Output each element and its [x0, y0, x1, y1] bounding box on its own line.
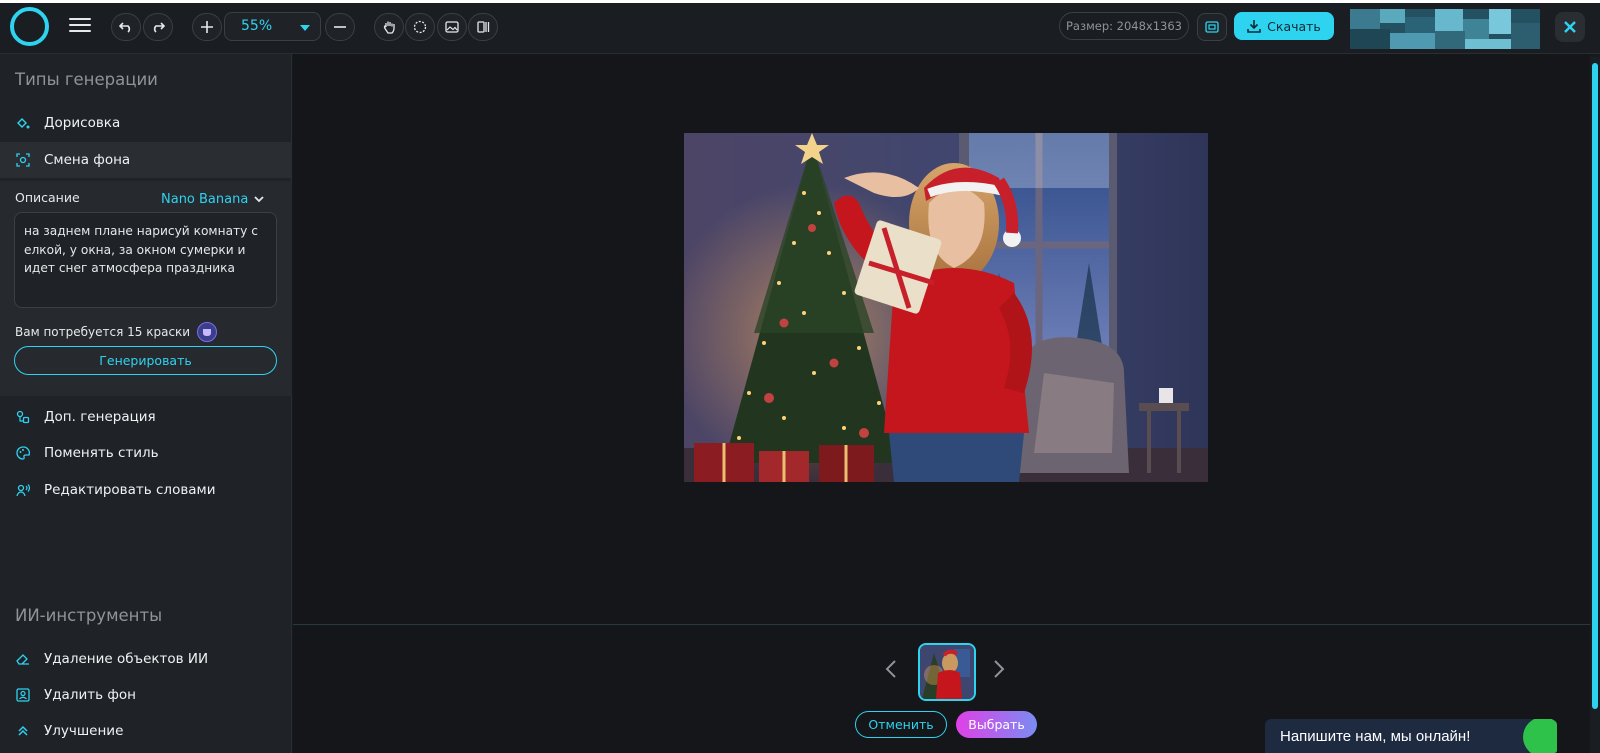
select-area-button[interactable] [405, 13, 435, 41]
sidebar-item-label: Поменять стиль [44, 445, 159, 461]
canvas-divider [293, 624, 1590, 625]
undo-icon [119, 22, 131, 33]
eraser-icon [16, 652, 30, 666]
chat-widget[interactable]: Напишите нам, мы онлайн! [1265, 719, 1557, 753]
result-thumbnail[interactable] [918, 643, 976, 701]
app-window: 55% Размер: 2048x1363 Скачать Типы генер… [0, 3, 1600, 753]
enhance-icon [16, 724, 30, 738]
model-selector[interactable]: Nano Banana [161, 192, 264, 207]
close-icon [1564, 21, 1576, 33]
preview-icon [1205, 21, 1219, 33]
palette-icon [16, 446, 30, 460]
scrollbar-thumb[interactable] [1592, 63, 1598, 709]
zoom-in-button[interactable] [192, 13, 222, 41]
generate-button[interactable]: Генерировать [14, 346, 277, 375]
sidebar-item-label: Улучшение [44, 723, 124, 739]
model-name: Nano Banana [161, 192, 249, 207]
sidebar-item-edit-with-words[interactable]: Редактировать словами [0, 472, 292, 508]
sidebar: Типы генерации Дорисовка Смена фона Опис… [0, 54, 292, 753]
redo-icon [153, 22, 165, 33]
close-button[interactable] [1555, 12, 1585, 42]
sidebar-item-remove-background[interactable]: Удалить фон [0, 677, 292, 713]
edited-image[interactable] [684, 133, 1208, 482]
compare-button[interactable] [468, 13, 498, 41]
image-size-label: Размер: 2048x1363 [1059, 12, 1189, 40]
cost-text: Вам потребуется 15 краски [15, 325, 191, 339]
chevron-right-icon[interactable] [993, 659, 1005, 685]
download-label: Скачать [1267, 18, 1321, 34]
sidebar-item-change-style[interactable]: Поменять стиль [0, 435, 292, 471]
remove-background-icon [16, 688, 30, 702]
pan-tool-button[interactable] [374, 13, 404, 41]
description-label: Описание [15, 190, 80, 205]
background-swap-icon [16, 153, 30, 167]
voice-edit-icon [16, 483, 31, 497]
chevron-down-icon [254, 196, 264, 203]
download-icon [1247, 20, 1261, 33]
image-icon [445, 21, 459, 33]
image-button[interactable] [437, 13, 467, 41]
hand-icon [383, 21, 395, 34]
paint-bucket-icon [16, 116, 30, 130]
redo-button[interactable] [143, 13, 173, 41]
sidebar-item-background-change[interactable]: Смена фона [0, 142, 292, 178]
sidebar-item-inpaint[interactable]: Дорисовка [0, 105, 292, 141]
cost-info: Вам потребуется 15 краски [15, 322, 218, 342]
sidebar-item-label: Редактировать словами [44, 482, 216, 498]
sidebar-item-label: Дорисовка [44, 115, 121, 131]
zoom-value: 55% [241, 18, 273, 34]
chevron-down-icon [300, 25, 310, 31]
main-workspace: Отменить Выбрать [293, 54, 1590, 753]
sidebar-item-enhance[interactable]: Улучшение [0, 713, 292, 749]
compare-icon [477, 21, 490, 33]
background-change-panel: Описание Nano Banana на заднем плане нар… [0, 181, 292, 396]
download-button[interactable]: Скачать [1234, 12, 1334, 40]
section-title-ai-tools: ИИ-инструменты [15, 606, 163, 625]
top-toolbar: 55% Размер: 2048x1363 Скачать [0, 3, 1600, 54]
zoom-out-button[interactable] [325, 13, 355, 41]
chat-widget-text: Напишите нам, мы онлайн! [1280, 728, 1471, 745]
minus-icon [334, 26, 346, 28]
prompt-textarea[interactable]: на заднем плане нарисуй комнату с елкой,… [14, 212, 277, 308]
scrollbar[interactable] [1590, 57, 1600, 753]
lasso-select-icon [413, 20, 427, 34]
cancel-button[interactable]: Отменить [855, 711, 947, 738]
plus-icon [201, 21, 213, 33]
section-title-generation: Типы генерации [15, 70, 158, 89]
sidebar-item-label: Смена фона [44, 152, 131, 168]
paint-credit-icon [197, 322, 218, 342]
preview-button[interactable] [1197, 13, 1227, 41]
extra-generation-icon [16, 410, 30, 424]
canvas-area[interactable] [293, 54, 1590, 624]
sidebar-item-label: Доп. генерация [44, 409, 156, 425]
user-account-pixelated[interactable] [1350, 9, 1540, 49]
zoom-select[interactable]: 55% [224, 12, 321, 41]
logo-icon[interactable] [10, 7, 49, 46]
menu-icon[interactable] [69, 15, 91, 37]
sidebar-item-remove-objects[interactable]: Удаление объектов ИИ [0, 641, 292, 677]
select-button[interactable]: Выбрать [956, 711, 1037, 738]
sidebar-item-extra-generation[interactable]: Доп. генерация [0, 399, 292, 435]
sidebar-item-label: Удалить фон [44, 687, 136, 703]
chat-status-icon [1523, 719, 1557, 753]
undo-button[interactable] [111, 13, 141, 41]
sidebar-item-label: Удаление объектов ИИ [44, 651, 209, 667]
chevron-left-icon[interactable] [885, 659, 897, 685]
